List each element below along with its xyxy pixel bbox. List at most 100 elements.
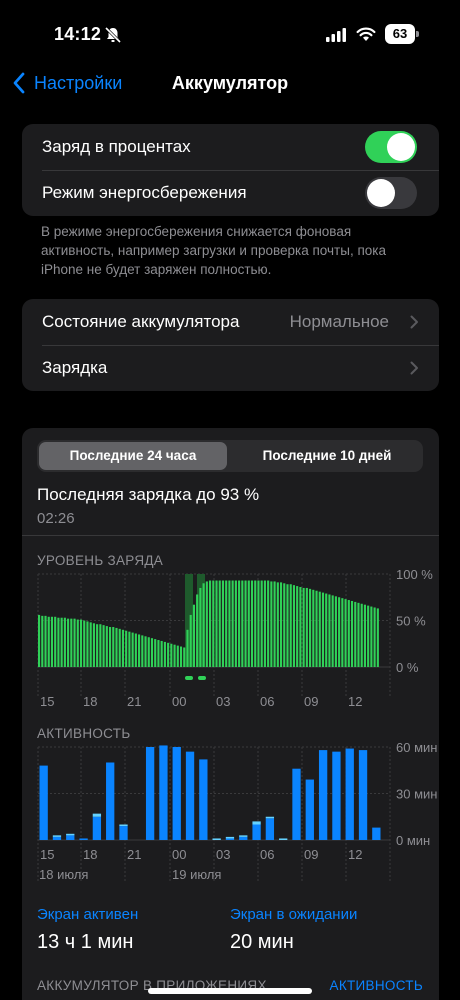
activity-screen-off-bar xyxy=(119,824,128,827)
activity-x-tick-label: 06 xyxy=(260,847,274,862)
time-range-selector: Последние 24 часа Последние 10 дней xyxy=(37,440,423,472)
battery-level-bar xyxy=(192,604,195,667)
activity-screen-on-bar xyxy=(159,745,168,840)
battery-level-bar xyxy=(234,580,237,667)
battery-level-bar xyxy=(247,580,250,667)
activity-screen-on-bar xyxy=(372,827,381,840)
battery-level-bar xyxy=(260,580,263,667)
charging-marker xyxy=(198,676,206,680)
battery-level-bar xyxy=(341,598,344,667)
activity-screen-on-bar xyxy=(172,747,181,840)
last-charge-time: 02:26 xyxy=(37,510,75,527)
screen-on-label: Экран активен xyxy=(37,906,139,923)
battery-settings-group: Заряд в процентах Режим энергосбережения xyxy=(22,124,439,216)
battery-level-bar xyxy=(54,616,57,667)
battery-level-bar xyxy=(257,580,260,667)
battery-level-chart-title: УРОВЕНЬ ЗАРЯДА xyxy=(37,553,164,568)
battery-level-bar xyxy=(373,607,376,667)
battery-x-tick-label: 21 xyxy=(127,694,141,708)
cellular-signal-icon xyxy=(326,28,346,42)
battery-level-bar xyxy=(67,618,70,667)
activity-chart-title: АКТИВНОСТЬ xyxy=(37,726,131,741)
activity-screen-off-bar xyxy=(225,836,235,839)
battery-level-bar xyxy=(108,627,112,667)
low-power-footnote: В режиме энергосбережения снижается фоно… xyxy=(41,224,386,277)
charging-row[interactable]: Зарядка xyxy=(22,345,439,391)
battery-level-bar xyxy=(273,581,276,667)
battery-level-bar xyxy=(231,580,234,667)
activity-screen-off-bar xyxy=(52,835,62,837)
activity-screen-on-bar xyxy=(305,779,314,840)
activity-x-tick-label: 21 xyxy=(127,847,141,862)
battery-level-bar xyxy=(209,580,212,667)
battery-level-bar xyxy=(350,600,354,667)
show-activity-button[interactable]: АКТИВНОСТЬ xyxy=(330,978,423,993)
activity-screen-on-bar xyxy=(265,818,275,840)
activity-date-label: 18 июля xyxy=(39,867,88,882)
battery-level-bar xyxy=(121,629,125,667)
battery-y-tick-label: 100 % xyxy=(396,568,433,582)
activity-x-tick-label: 00 xyxy=(172,847,186,862)
battery-level-bar xyxy=(354,601,357,667)
battery-level-bar xyxy=(309,588,312,667)
activity-screen-on-bar xyxy=(225,838,235,840)
battery-level-bar xyxy=(199,587,202,667)
activity-screen-on-bar xyxy=(52,836,62,840)
low-power-mode-label: Режим энергосбережения xyxy=(42,183,247,202)
battery-level-bar xyxy=(276,582,279,667)
battery-x-tick-label: 09 xyxy=(304,694,318,708)
activity-screen-off-bar xyxy=(66,833,75,836)
battery-level-bar xyxy=(328,594,331,667)
battery-x-tick-label: 00 xyxy=(172,694,186,708)
battery-level-bar xyxy=(283,583,286,667)
battery-level-bar xyxy=(173,644,176,667)
activity-screen-off-bar xyxy=(279,838,288,840)
battery-level-bar xyxy=(128,631,131,667)
tab-last-10-days[interactable]: Последние 10 дней xyxy=(233,442,421,470)
low-power-mode-toggle[interactable] xyxy=(365,177,417,209)
battery-level-bar xyxy=(163,641,166,667)
screen-on-value: 13 ч 1 мин xyxy=(37,931,134,953)
battery-level-bar xyxy=(321,592,325,667)
status-bar: 14:12 63 xyxy=(0,0,460,62)
battery-level-bar xyxy=(134,633,137,667)
low-power-mode-row: Режим энергосбережения xyxy=(22,170,439,216)
activity-y-tick-label: 30 мин xyxy=(396,787,437,802)
battery-level-bar xyxy=(147,637,150,667)
battery-level-bar xyxy=(154,639,157,667)
navigation-bar: Настройки Аккумулятор xyxy=(0,62,460,106)
battery-level-bar xyxy=(183,647,186,667)
battery-level-bar xyxy=(131,632,134,667)
battery-level-bar xyxy=(167,642,170,667)
battery-level-bar xyxy=(86,621,89,667)
battery-percentage-toggle[interactable] xyxy=(365,131,417,163)
battery-level-bar xyxy=(347,600,350,667)
battery-level-bar xyxy=(360,603,363,667)
battery-level-bar xyxy=(102,625,105,667)
battery-level-bar xyxy=(189,614,192,667)
wifi-icon xyxy=(356,27,376,41)
battery-level-bar xyxy=(138,634,141,667)
activity-screen-off-bar xyxy=(252,821,261,825)
battery-level-bar xyxy=(76,619,79,667)
activity-x-tick-label: 18 xyxy=(83,847,97,862)
battery-health-group: Состояние аккумулятора Нормальное Зарядк… xyxy=(22,299,439,391)
activity-screen-on-bar xyxy=(145,747,155,840)
battery-level-bar xyxy=(196,594,199,667)
battery-level-bar xyxy=(254,580,257,667)
battery-level-bar xyxy=(286,584,289,667)
battery-level-bar xyxy=(305,587,308,667)
activity-screen-on-bar xyxy=(79,838,88,840)
chevron-right-icon xyxy=(410,361,418,375)
activity-screen-on-bar xyxy=(292,768,301,840)
battery-level-bar xyxy=(50,616,54,667)
activity-screen-on-bar xyxy=(252,824,261,840)
battery-level-bar xyxy=(376,608,379,667)
tab-last-24-hours[interactable]: Последние 24 часа xyxy=(39,442,227,470)
battery-level-bar xyxy=(267,580,270,667)
battery-health-value: Нормальное xyxy=(289,312,389,331)
battery-level-bar xyxy=(70,618,73,667)
battery-health-row[interactable]: Состояние аккумулятора Нормальное xyxy=(22,299,439,345)
battery-level-bar xyxy=(157,640,160,667)
battery-level-bar xyxy=(292,585,296,667)
